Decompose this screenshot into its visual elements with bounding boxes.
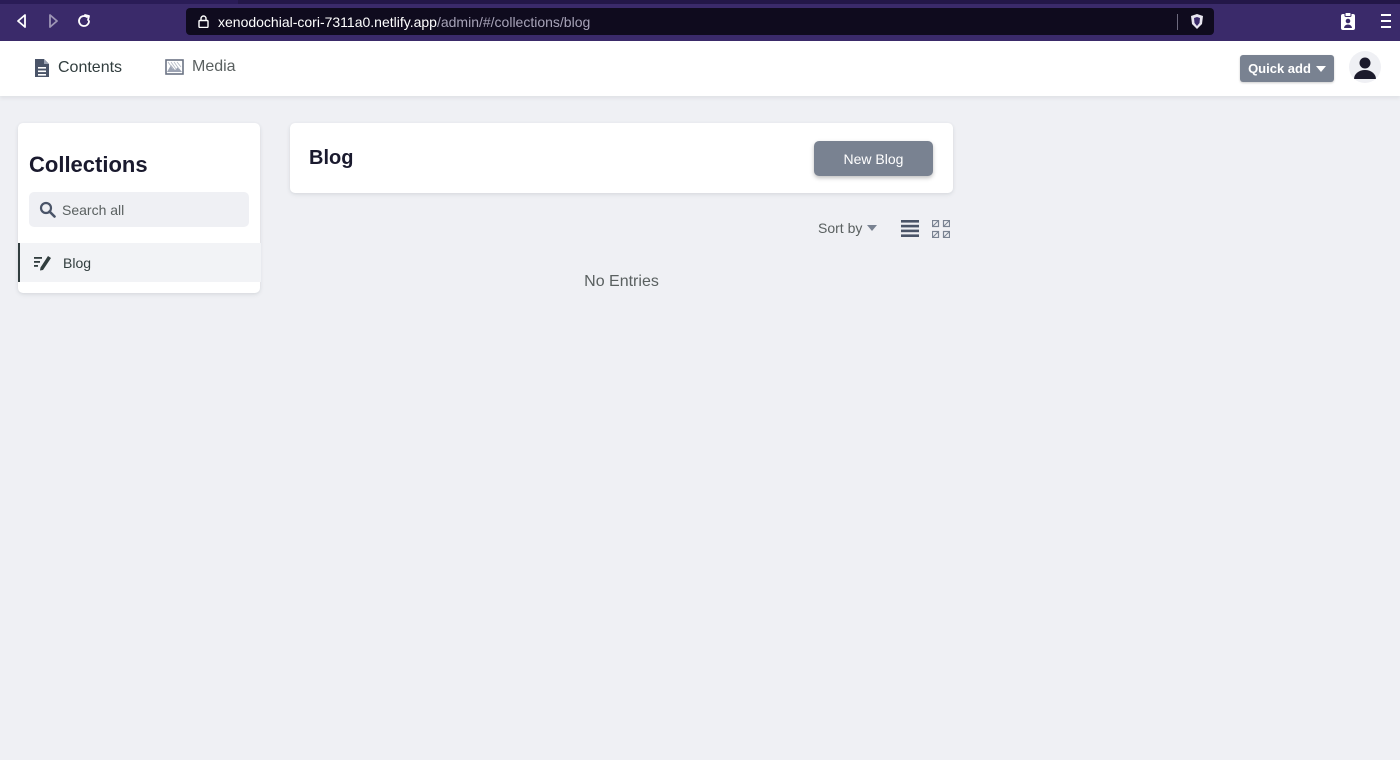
address-bar[interactable]: xenodochial-cori-7311a0.netlify.app/admi… [186, 8, 1214, 35]
empty-state-text: No Entries [584, 273, 659, 290]
sidebar-title: Collections [29, 152, 148, 177]
new-blog-button[interactable]: New Blog [814, 141, 933, 176]
address-divider [1177, 14, 1178, 30]
active-tab-indicator [0, 0, 238, 4]
nav-contents-label: Contents [58, 59, 123, 76]
search-placeholder: Search all [62, 201, 125, 218]
browser-menu-icon[interactable] [1381, 12, 1391, 30]
quick-add-label: Quick add [1248, 61, 1311, 76]
lock-icon [198, 15, 210, 29]
browser-toolbar: xenodochial-cori-7311a0.netlify.app/admi… [0, 0, 1400, 41]
sidebar-item-label: Blog [63, 254, 92, 271]
url-path: /admin/#/collections/blog [436, 13, 591, 30]
url-host: xenodochial-cori-7311a0.netlify.app [218, 13, 437, 30]
forward-arrow-icon [49, 14, 58, 28]
page-title: Blog [309, 147, 354, 169]
document-icon [35, 59, 49, 77]
list-view-icon[interactable] [901, 220, 919, 237]
chevron-down-icon [1315, 65, 1326, 72]
collections-sidebar: Collections Search all Blog [18, 123, 261, 293]
nav-media-label: Media [192, 58, 236, 75]
search-icon [39, 201, 56, 218]
grid-view-icon[interactable] [932, 220, 950, 238]
back-arrow-icon [17, 14, 26, 28]
clipboard-extension-icon[interactable] [1340, 12, 1356, 30]
search-input[interactable]: Search all [29, 192, 249, 227]
sort-dropdown[interactable]: Sort by [818, 220, 878, 236]
quick-add-button[interactable]: Quick add [1240, 55, 1334, 82]
brave-shield-icon[interactable] [1189, 13, 1205, 30]
sort-label: Sort by [818, 220, 863, 236]
app-header: Contents Media Quick add [0, 41, 1400, 96]
back-button[interactable] [13, 12, 31, 30]
collection-header: Blog New Blog [290, 123, 953, 193]
nav-media[interactable]: Media [165, 58, 236, 76]
reload-icon [78, 14, 90, 27]
image-icon [165, 59, 184, 75]
reload-button[interactable] [75, 12, 93, 30]
sidebar-item-blog[interactable]: Blog [18, 243, 261, 282]
write-icon [34, 255, 51, 270]
chevron-down-icon [867, 225, 878, 231]
forward-button[interactable] [44, 12, 62, 30]
nav-contents[interactable]: Contents [34, 58, 122, 78]
user-icon [1354, 57, 1376, 79]
avatar[interactable] [1349, 51, 1381, 83]
